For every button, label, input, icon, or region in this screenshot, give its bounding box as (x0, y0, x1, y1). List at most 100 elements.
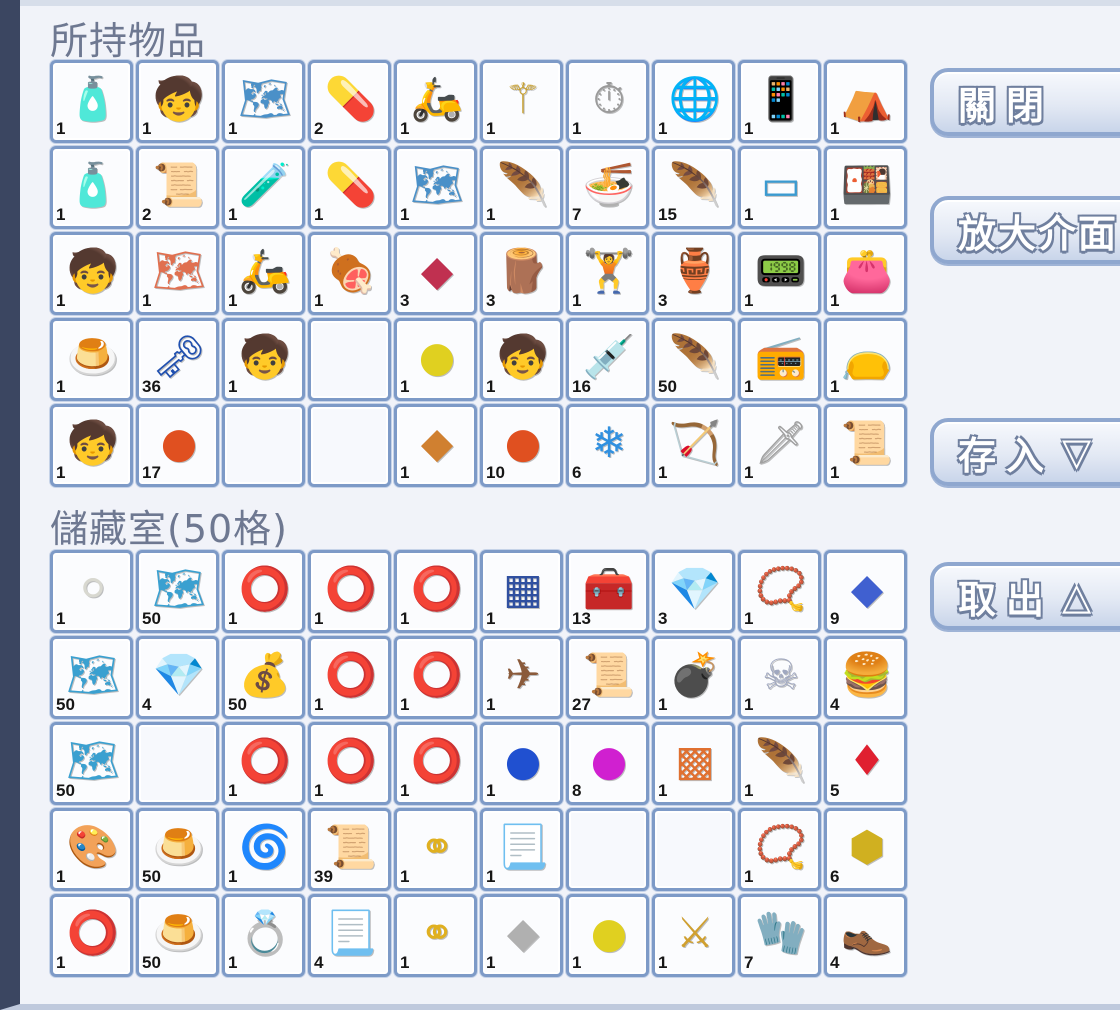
storage-slot[interactable]: 📜 27 (566, 636, 649, 719)
inventory-slot[interactable]: 🗺 1 (222, 60, 305, 143)
storage-slot[interactable]: ⭕ 1 (308, 550, 391, 633)
withdraw-button[interactable]: 取出 △ (930, 562, 1120, 630)
inventory-slot[interactable] (222, 404, 305, 487)
storage-slot[interactable]: 📿 1 (738, 808, 821, 891)
inventory-slot[interactable]: 🪶 1 (480, 146, 563, 229)
storage-slot[interactable]: ⭕ 1 (308, 636, 391, 719)
inventory-slot[interactable]: ⏱ 1 (566, 60, 649, 143)
storage-slot[interactable]: 💰 50 (222, 636, 305, 719)
inventory-slot[interactable]: 📜 1 (824, 404, 907, 487)
inventory-slot[interactable]: 🪶 50 (652, 318, 735, 401)
storage-slot[interactable]: ⭕ 1 (394, 636, 477, 719)
inventory-slot[interactable]: 🏋 1 (566, 232, 649, 315)
inventory-slot[interactable]: ◆ 3 (394, 232, 477, 315)
storage-slot[interactable]: 💎 4 (136, 636, 219, 719)
storage-slot[interactable]: 🌀 1 (222, 808, 305, 891)
storage-slot[interactable]: ⭕ 1 (394, 550, 477, 633)
close-button[interactable]: 關閉 (930, 68, 1120, 136)
inventory-slot[interactable] (308, 404, 391, 487)
inventory-slot[interactable]: 🏹 1 (652, 404, 735, 487)
storage-slot[interactable]: 📃 1 (480, 808, 563, 891)
inventory-slot[interactable]: ❄ 6 (566, 404, 649, 487)
inventory-slot[interactable]: 🧴 1 (50, 146, 133, 229)
inventory-slot[interactable]: 💊 2 (308, 60, 391, 143)
inventory-slot[interactable]: ⛺ 1 (824, 60, 907, 143)
inventory-slot[interactable]: ◆ 1 (394, 404, 477, 487)
storage-slot[interactable]: 🗺 50 (50, 636, 133, 719)
inventory-slot[interactable]: ▭ 1 (738, 146, 821, 229)
storage-slot[interactable]: ⚪ 1 (50, 550, 133, 633)
inventory-slot[interactable]: 🧒 1 (480, 318, 563, 401)
inventory-slot[interactable]: ● 10 (480, 404, 563, 487)
storage-slot[interactable]: 💣 1 (652, 636, 735, 719)
inventory-slot[interactable]: 🗡 1 (738, 404, 821, 487)
storage-slot[interactable]: ✈ 1 (480, 636, 563, 719)
storage-slot[interactable]: 👞 4 (824, 894, 907, 977)
inventory-slot[interactable]: 🧒 1 (136, 60, 219, 143)
inventory-slot[interactable]: ⚚ 1 (480, 60, 563, 143)
inventory-slot[interactable]: 🍱 1 (824, 146, 907, 229)
storage-slot[interactable]: ♦ 5 (824, 722, 907, 805)
storage-slot[interactable]: ◆ 9 (824, 550, 907, 633)
storage-slot[interactable]: 🧰 13 (566, 550, 649, 633)
inventory-slot[interactable]: 👛 1 (824, 232, 907, 315)
storage-slot[interactable] (566, 808, 649, 891)
storage-slot[interactable]: 🗺 50 (136, 550, 219, 633)
inventory-slot[interactable]: 🍮 1 (50, 318, 133, 401)
inventory-slot[interactable]: 🛵 1 (222, 232, 305, 315)
inventory-slot[interactable]: 🪶 15 (652, 146, 735, 229)
storage-slot[interactable]: ⚔ 1 (652, 894, 735, 977)
enlarge-interface-button[interactable]: 放大介面 (930, 196, 1120, 264)
storage-slot[interactable]: ⭕ 1 (222, 722, 305, 805)
storage-slot[interactable] (652, 808, 735, 891)
storage-slot[interactable]: ⭕ 1 (222, 550, 305, 633)
storage-slot[interactable]: ☠ 1 (738, 636, 821, 719)
deposit-button[interactable]: 存入 ▽ (930, 418, 1120, 486)
inventory-slot[interactable]: 🧒 1 (50, 232, 133, 315)
inventory-slot[interactable]: 🍖 1 (308, 232, 391, 315)
inventory-slot[interactable]: 🗺 1 (394, 146, 477, 229)
inventory-slot[interactable]: 👝 1 (824, 318, 907, 401)
storage-slot[interactable]: 📜 39 (308, 808, 391, 891)
storage-slot[interactable]: 🗺 50 (50, 722, 133, 805)
storage-slot[interactable]: ⭕ 1 (394, 722, 477, 805)
inventory-slot[interactable]: 📟 1 (738, 232, 821, 315)
storage-slot[interactable]: ⚭ 1 (394, 808, 477, 891)
inventory-slot[interactable]: 🧴 1 (50, 60, 133, 143)
inventory-slot[interactable]: ● 17 (136, 404, 219, 487)
inventory-slot[interactable]: 💉 16 (566, 318, 649, 401)
storage-slot[interactable]: 💎 3 (652, 550, 735, 633)
storage-slot[interactable]: 🧤 7 (738, 894, 821, 977)
inventory-slot[interactable]: 🌐 1 (652, 60, 735, 143)
inventory-slot[interactable]: 🧪 1 (222, 146, 305, 229)
storage-slot[interactable]: 💍 1 (222, 894, 305, 977)
storage-slot[interactable]: ⭕ 1 (308, 722, 391, 805)
storage-slot[interactable]: 🍔 4 (824, 636, 907, 719)
storage-slot[interactable]: ● 8 (566, 722, 649, 805)
inventory-slot[interactable]: 💊 1 (308, 146, 391, 229)
inventory-slot[interactable]: 📱 1 (738, 60, 821, 143)
inventory-slot[interactable] (308, 318, 391, 401)
storage-slot[interactable]: 🍮 50 (136, 894, 219, 977)
storage-slot[interactable]: ◆ 1 (480, 894, 563, 977)
storage-slot[interactable]: ● 1 (480, 722, 563, 805)
inventory-slot[interactable]: 🪵 3 (480, 232, 563, 315)
storage-slot[interactable]: 🪶 1 (738, 722, 821, 805)
storage-slot[interactable]: ⭕ 1 (50, 894, 133, 977)
inventory-slot[interactable]: 🛵 1 (394, 60, 477, 143)
storage-slot[interactable]: 📃 4 (308, 894, 391, 977)
storage-slot[interactable]: ▩ 1 (652, 722, 735, 805)
storage-slot[interactable]: ⚭ 1 (394, 894, 477, 977)
inventory-slot[interactable]: ● 1 (394, 318, 477, 401)
storage-slot[interactable]: 🎨 1 (50, 808, 133, 891)
storage-slot[interactable]: 📿 1 (738, 550, 821, 633)
storage-slot[interactable] (136, 722, 219, 805)
storage-slot[interactable]: ● 1 (566, 894, 649, 977)
inventory-slot[interactable]: 📜 2 (136, 146, 219, 229)
storage-slot[interactable]: ▦ 1 (480, 550, 563, 633)
inventory-slot[interactable]: 📻 1 (738, 318, 821, 401)
inventory-slot[interactable]: 🍜 7 (566, 146, 649, 229)
inventory-slot[interactable]: 🧒 1 (222, 318, 305, 401)
storage-slot[interactable]: 🍮 50 (136, 808, 219, 891)
inventory-slot[interactable]: 🧒 1 (50, 404, 133, 487)
